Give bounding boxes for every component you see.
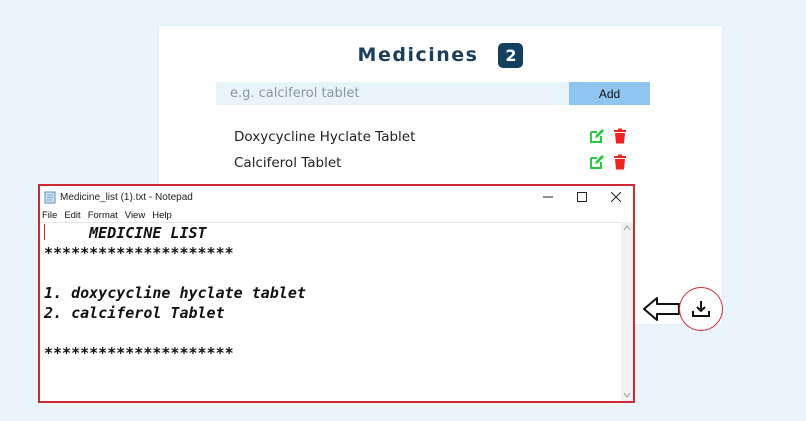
minimize-button[interactable] xyxy=(531,186,565,208)
edit-icon[interactable] xyxy=(589,128,605,144)
maximize-icon xyxy=(577,192,587,202)
notepad-title: Medicine_list (1).txt - Notepad xyxy=(60,191,193,203)
menu-file[interactable]: File xyxy=(42,210,57,221)
card-header: Medicines 2 xyxy=(159,40,722,70)
trash-icon[interactable] xyxy=(612,154,628,170)
minimize-icon xyxy=(543,196,553,198)
add-medicine-form: Add xyxy=(216,82,650,105)
edit-icon[interactable] xyxy=(589,154,605,170)
scroll-down-icon[interactable] xyxy=(623,391,631,399)
item-actions xyxy=(589,154,628,170)
list-item: Doxycycline Hyclate Tablet xyxy=(234,124,634,150)
vertical-scrollbar[interactable] xyxy=(621,222,633,401)
left-arrow-icon xyxy=(643,297,680,321)
text-line: ********************* xyxy=(44,344,234,362)
trash-icon[interactable] xyxy=(612,128,628,144)
menu-format[interactable]: Format xyxy=(88,210,118,221)
medicine-name: Calciferol Tablet xyxy=(234,155,342,171)
notepad-text-area[interactable]: MEDICINE LIST ********************* 1. d… xyxy=(41,222,622,402)
close-icon xyxy=(611,192,621,202)
medicine-name: Doxycycline Hyclate Tablet xyxy=(234,129,416,145)
medicine-list: Doxycycline Hyclate Tablet Calciferol Ta… xyxy=(234,124,634,176)
text-line: 2. calciferol Tablet xyxy=(44,304,225,322)
page-title: Medicines xyxy=(357,44,479,66)
notepad-menubar: File Edit Format View Help xyxy=(42,208,172,222)
medicine-input[interactable] xyxy=(216,82,569,105)
count-badge: 2 xyxy=(498,42,524,68)
list-item: Calciferol Tablet xyxy=(234,150,634,176)
maximize-button[interactable] xyxy=(565,186,599,208)
menu-edit[interactable]: Edit xyxy=(64,210,80,221)
text-line: MEDICINE LIST xyxy=(44,224,207,242)
menu-help[interactable]: Help xyxy=(152,210,172,221)
notepad-file-icon xyxy=(44,191,56,203)
text-line: ********************* xyxy=(44,244,234,262)
add-button[interactable]: Add xyxy=(569,82,650,105)
menu-view[interactable]: View xyxy=(125,210,145,221)
notepad-titlebar[interactable]: Medicine_list (1).txt - Notepad xyxy=(40,186,633,208)
download-button[interactable] xyxy=(679,287,723,331)
close-button[interactable] xyxy=(599,186,633,208)
window-controls xyxy=(531,186,633,208)
notepad-window: Medicine_list (1).txt - Notepad File Edi… xyxy=(38,184,635,403)
download-icon xyxy=(692,301,710,317)
text-line: 1. doxycycline hyclate tablet xyxy=(44,284,306,302)
item-actions xyxy=(589,128,628,144)
scroll-up-icon[interactable] xyxy=(623,224,631,232)
